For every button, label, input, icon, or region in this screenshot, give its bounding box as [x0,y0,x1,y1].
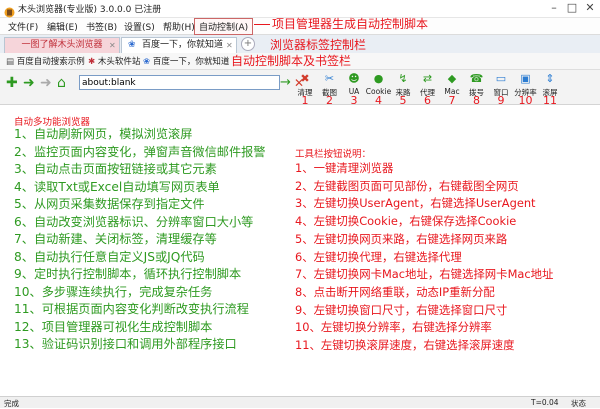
toolbar-help-item: 10、左键切换分辨率，右键选择分辨率 [295,320,492,335]
tab-close-icon[interactable]: ✕ [109,38,116,53]
toolbar-help-item: 4、左键切换Cookie，右键保存选择Cookie [295,214,517,229]
feature-item: 3、自动点击页面按钮链接或其它元素 [14,162,217,176]
new-page-icon[interactable]: ✚ [6,76,18,90]
scroll-icon: ⇕ [545,72,555,85]
toolbar-help-item: 8、点击断开网络重联，动态IP重新分配 [295,284,495,299]
forward-arrow-icon[interactable]: ➜ [40,76,52,90]
menu-file[interactable]: 文件(F) [4,19,42,34]
go-arrow-icon[interactable]: → [280,76,291,90]
tab-browser-intro[interactable]: 一图了解木头浏览器 ✕ [4,37,120,53]
bookmark-baidu-auto[interactable]: ▤ 百度自动搜索示例 [6,55,85,67]
feature-item: 4、读取Txt或Excel自动填写网页表单 [14,179,220,194]
menu-settings[interactable]: 设置(S) [120,19,159,34]
tab-label: 一图了解木头浏览器 [21,40,103,50]
tab-baidu[interactable]: ❀ 百度一下，你就知道 ✕ [121,37,237,53]
annotation-menu: 项目管理器生成自动控制脚本 [272,17,429,31]
toolbar-help-item: 9、左键切换窗口尺寸，右键选择窗口尺寸 [295,302,508,317]
menu-edit[interactable]: 编辑(E) [43,19,82,34]
feature-item: 6、自动改变浏览器标识、分辨率窗口大小等 [14,214,254,229]
feature-item: 10、多步骤连续执行，完成复杂任务 [14,284,213,299]
new-tab-icon[interactable]: + [241,37,255,51]
feature-item: 7、自动新建、关闭标签，清理缓存等 [14,232,217,246]
back-arrow-icon[interactable]: ➜ [23,76,35,90]
bookmark-label: 百度自动搜索示例 [16,57,85,67]
home-icon[interactable]: ⌂ [57,76,66,90]
feature-item: 11、可根据页面内容变化判断改变执行流程 [14,302,249,316]
feature-item: 1、自动刷新网页，模拟浏览滚屏 [14,127,193,141]
status-label: 状态 [571,399,586,408]
close-icon[interactable]: ✕ [582,1,598,15]
status-bar: 完成 T=0.04 状态 [0,396,600,408]
maximize-icon[interactable]: □ [564,1,580,15]
toolbar-help-item: 1、一键清理浏览器 [295,161,394,175]
menu-bookmarks[interactable]: 书签(B) [82,19,121,34]
annotation-tabs: 浏览器标签控制栏 [270,38,367,52]
feature-item: 9、定时执行控制脚本，循环执行控制脚本 [14,267,242,281]
bookmark-label: 百度一下，你就知道 [152,57,230,67]
tab-label: 百度一下，你就知道 [142,40,224,50]
toolbar-help-item: 7、左键切换网卡Mac地址，右键选择网卡Mac地址 [295,267,554,282]
annotation-arrow [254,24,270,25]
feature-item: 12、项目管理器可视化生成控制脚本 [14,319,213,334]
toolbar-help-item: 2、左键截图页面可见部份，右键截图全网页 [295,178,519,193]
feature-item: 8、自动执行任意自定义JS或JQ代码 [14,249,205,264]
bookmark-baidu[interactable]: ❀ 百度一下，你就知道 [143,55,229,67]
baidu-paw-icon: ❀ [128,40,136,50]
toolbar-help-item: 3、左键切换UserAgent，右键选择UserAgent [295,196,536,211]
window-title: 木头浏览器(专业版) 3.0.0.0 已注册 [18,5,162,15]
toolbar-help-title: 工具栏按钮说明： [295,149,372,160]
feature-item: 5、从网页采集数据保存到指定文件 [14,197,205,211]
toolbar-help-item: 5、左键切换网页来路，右键选择网页来路 [295,231,508,246]
bookmark-mutou[interactable]: ✱ 木头软件站 [88,55,140,67]
menu-help[interactable]: 帮助(H) [159,19,199,34]
tab-close-icon[interactable]: ✕ [226,38,233,53]
address-input[interactable] [79,75,280,90]
toolbar-number: 11 [543,94,557,107]
bookmark-label: 木头软件站 [97,57,141,67]
status-text: 完成 [4,399,19,408]
feature-item: 13、验证码识别接口和调用外部程序接口 [14,337,237,351]
toolbar-help-item: 11、左键切换滚屏速度，右键选择滚屏速度 [295,338,515,352]
baidu-paw-icon: ❀ [143,57,151,67]
minimize-icon[interactable]: – [546,1,562,15]
page-icon: ▤ [6,57,15,67]
feature-item: 2、监控页面内容变化，弹窗声音微信邮件报警 [14,144,266,159]
mutou-logo-icon: ✱ [88,57,96,67]
timer-text: T=0.04 [531,398,559,407]
annotation-bookmarks: 自动控制脚本及书签栏 [231,54,352,68]
menu-auto-control[interactable]: 自动控制(A) [194,18,254,35]
toolbar-help-item: 6、左键切换代理，右键选择代理 [295,249,462,264]
app-logo-icon [4,3,15,18]
